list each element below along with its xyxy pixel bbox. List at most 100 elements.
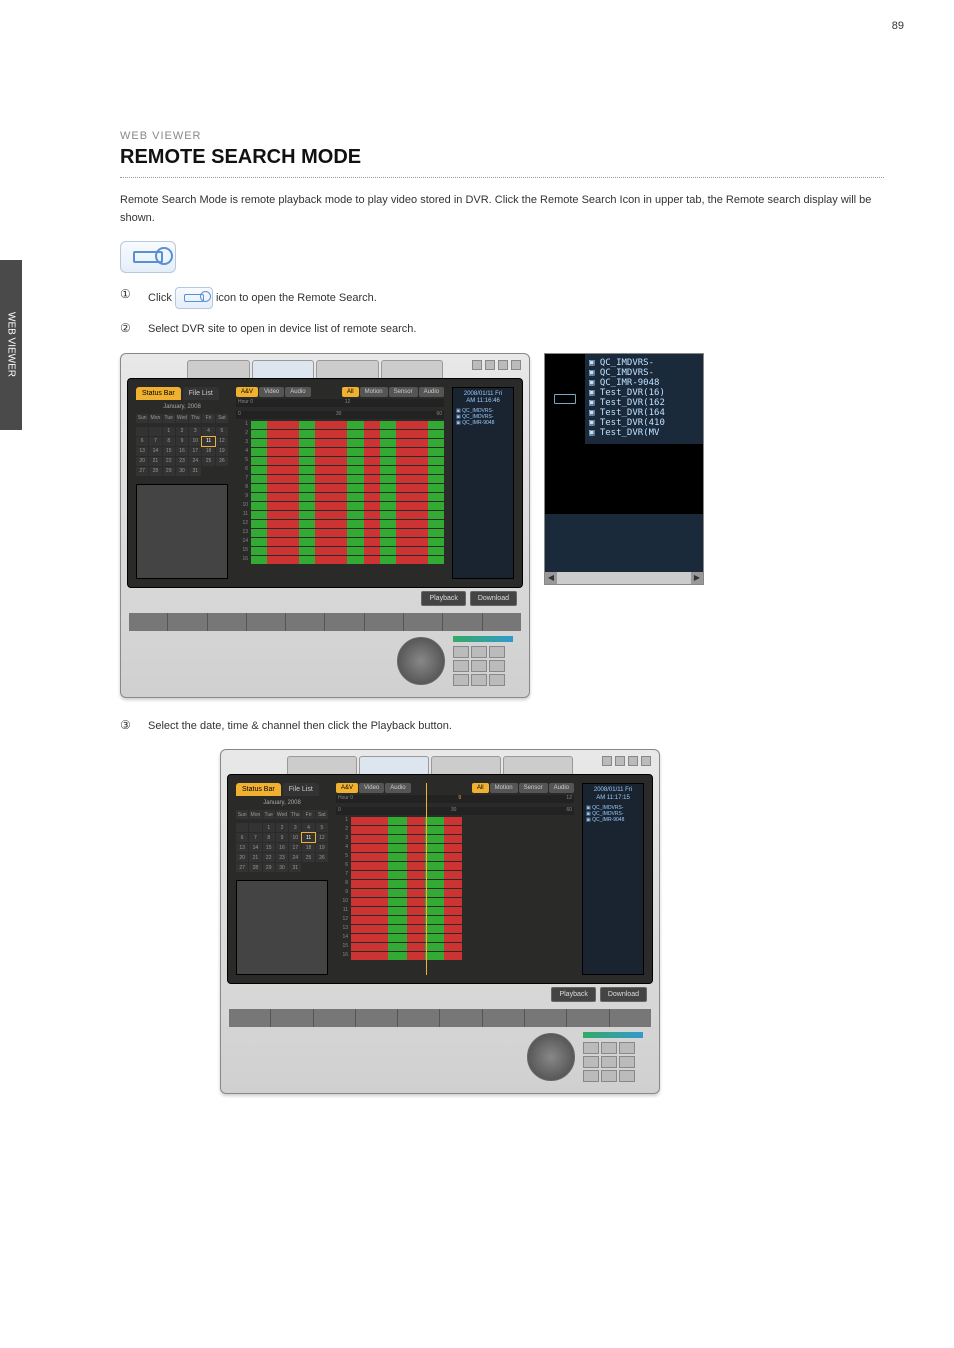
filter-audio-2[interactable]: Audio xyxy=(385,783,410,793)
channel-row[interactable]: 8 xyxy=(336,880,574,888)
filter-audio[interactable]: Audio xyxy=(285,387,310,397)
calendar-day[interactable]: 20 xyxy=(136,457,148,466)
list-item[interactable]: ▣ QC_IMR-9048 xyxy=(586,817,640,823)
calendar-day[interactable]: 6 xyxy=(236,833,248,842)
calendar-day[interactable]: 4 xyxy=(302,823,314,832)
channel-row[interactable]: 12 xyxy=(336,916,574,924)
calendar-day[interactable]: 15 xyxy=(263,843,275,852)
calendar-day[interactable]: 2 xyxy=(176,427,188,436)
calendar-day[interactable]: 18 xyxy=(302,843,314,852)
channel-row[interactable]: 1 xyxy=(336,817,574,825)
calendar-day[interactable]: 21 xyxy=(149,457,161,466)
calendar-day[interactable]: 17 xyxy=(289,843,301,852)
calendar-day[interactable]: 7 xyxy=(249,833,261,842)
calendar-grid[interactable]: 1234567891011121314151617181920212223242… xyxy=(136,427,228,476)
filter-all-2[interactable]: All xyxy=(472,783,489,793)
playback-button-2[interactable]: Playback xyxy=(551,987,595,1002)
calendar-day[interactable]: 1 xyxy=(263,823,275,832)
calendar-day[interactable]: 30 xyxy=(176,467,188,476)
window-tabs-2[interactable] xyxy=(227,756,653,774)
calendar-day[interactable]: 4 xyxy=(202,427,214,436)
calendar-day[interactable]: 24 xyxy=(289,853,301,862)
calendar-day[interactable]: 15 xyxy=(163,447,175,456)
calendar-day[interactable]: 2 xyxy=(276,823,288,832)
calendar-day[interactable]: 14 xyxy=(249,843,261,852)
list-item[interactable]: ▣ QC_IMDVRS- xyxy=(589,368,699,378)
volume-slider-2[interactable] xyxy=(583,1032,643,1038)
device-list-2[interactable]: ▣ QC_IMDVRS-▣ QC_IMDVRS-▣ QC_IMR-9048 xyxy=(586,805,640,972)
tab-status-bar-2[interactable]: Status Bar xyxy=(236,783,281,796)
channel-row[interactable]: 15 xyxy=(236,547,444,555)
window-tabs[interactable] xyxy=(127,360,523,378)
device-list-expanded[interactable]: ▣ QC_IMDVRS-▣ QC_IMDVRS-▣ QC_IMR-9048▣ T… xyxy=(585,354,703,444)
calendar-day[interactable]: 26 xyxy=(216,457,228,466)
calendar-day[interactable]: 23 xyxy=(176,457,188,466)
channel-row[interactable]: 12 xyxy=(236,520,444,528)
calendar-day[interactable]: 31 xyxy=(289,863,301,872)
calendar-day[interactable]: 28 xyxy=(249,863,261,872)
calendar-day[interactable]: 3 xyxy=(289,823,301,832)
channel-row[interactable]: 8 xyxy=(236,484,444,492)
calendar-day[interactable]: 8 xyxy=(163,437,175,446)
filter-all[interactable]: All xyxy=(342,387,359,397)
window-controls[interactable] xyxy=(472,360,521,370)
filter-video[interactable]: Video xyxy=(259,387,284,397)
calendar-day[interactable]: 6 xyxy=(136,437,148,446)
playback-controls-2[interactable] xyxy=(583,1042,643,1082)
calendar-day[interactable]: 28 xyxy=(149,467,161,476)
calendar-day[interactable] xyxy=(149,427,161,436)
calendar-day[interactable]: 19 xyxy=(216,447,228,456)
calendar-day[interactable]: 24 xyxy=(189,457,201,466)
calendar-day[interactable]: 29 xyxy=(263,863,275,872)
channel-row[interactable]: 5 xyxy=(336,853,574,861)
minute-scale-2[interactable]: 03060 xyxy=(336,807,574,815)
list-item[interactable]: ▣ Test_DVR(MV xyxy=(589,428,699,438)
calendar-day[interactable]: 22 xyxy=(163,457,175,466)
timeline[interactable]: 12345678910111213141516 xyxy=(236,421,444,579)
channel-row[interactable]: 10 xyxy=(236,502,444,510)
calendar-day[interactable]: 22 xyxy=(263,853,275,862)
calendar-day[interactable] xyxy=(136,427,148,436)
calendar-day[interactable]: 11 xyxy=(202,437,214,446)
channel-row[interactable]: 3 xyxy=(236,439,444,447)
list-item[interactable]: ▣ QC_IMDVRS- xyxy=(589,358,699,368)
channel-row[interactable]: 13 xyxy=(336,925,574,933)
channel-row[interactable]: 2 xyxy=(336,826,574,834)
tab-file-list[interactable]: File List xyxy=(183,387,219,400)
hour-scale[interactable]: Hour 012 xyxy=(236,399,444,407)
filter-motion[interactable]: Motion xyxy=(360,387,388,397)
calendar-month-2[interactable]: January, 2008 xyxy=(236,800,328,806)
calendar-day[interactable]: 8 xyxy=(263,833,275,842)
device-list-scrollbar[interactable]: ◀ ▶ xyxy=(545,572,703,584)
calendar-day[interactable]: 19 xyxy=(316,843,328,852)
calendar-day[interactable]: 17 xyxy=(189,447,201,456)
filter-motion-2[interactable]: Motion xyxy=(490,783,518,793)
channel-row[interactable]: 11 xyxy=(236,511,444,519)
calendar-day[interactable]: 9 xyxy=(176,437,188,446)
calendar-day[interactable]: 11 xyxy=(302,833,314,842)
calendar-day[interactable]: 25 xyxy=(202,457,214,466)
minute-scale[interactable]: 03060 xyxy=(236,411,444,419)
calendar-day[interactable]: 5 xyxy=(316,823,328,832)
tab-status-bar[interactable]: Status Bar xyxy=(136,387,181,400)
calendar-day[interactable]: 27 xyxy=(136,467,148,476)
hour-scale-2[interactable]: Hour 0912 xyxy=(336,795,574,803)
calendar-day[interactable]: 16 xyxy=(176,447,188,456)
list-item[interactable]: ▣ Test_DVR(410 xyxy=(589,418,699,428)
timeline-2[interactable]: 12345678910111213141516 xyxy=(336,817,574,975)
calendar-day[interactable]: 23 xyxy=(276,853,288,862)
channel-row[interactable]: 15 xyxy=(336,943,574,951)
filter-audio2-2[interactable]: Audio xyxy=(549,783,574,793)
device-list[interactable]: ▣ QC_IMDVRS-▣ QC_IMDVRS-▣ QC_IMR-9048 xyxy=(456,408,510,575)
window-controls-2[interactable] xyxy=(602,756,651,766)
tab-file-list-2[interactable]: File List xyxy=(283,783,319,796)
calendar-day[interactable]: 7 xyxy=(149,437,161,446)
calendar-day[interactable]: 27 xyxy=(236,863,248,872)
channel-row[interactable]: 16 xyxy=(336,952,574,960)
channel-row[interactable]: 14 xyxy=(236,538,444,546)
calendar-day[interactable]: 3 xyxy=(189,427,201,436)
calendar-day[interactable]: 9 xyxy=(276,833,288,842)
channel-row[interactable]: 1 xyxy=(236,421,444,429)
calendar-day[interactable]: 12 xyxy=(316,833,328,842)
calendar-day[interactable]: 29 xyxy=(163,467,175,476)
